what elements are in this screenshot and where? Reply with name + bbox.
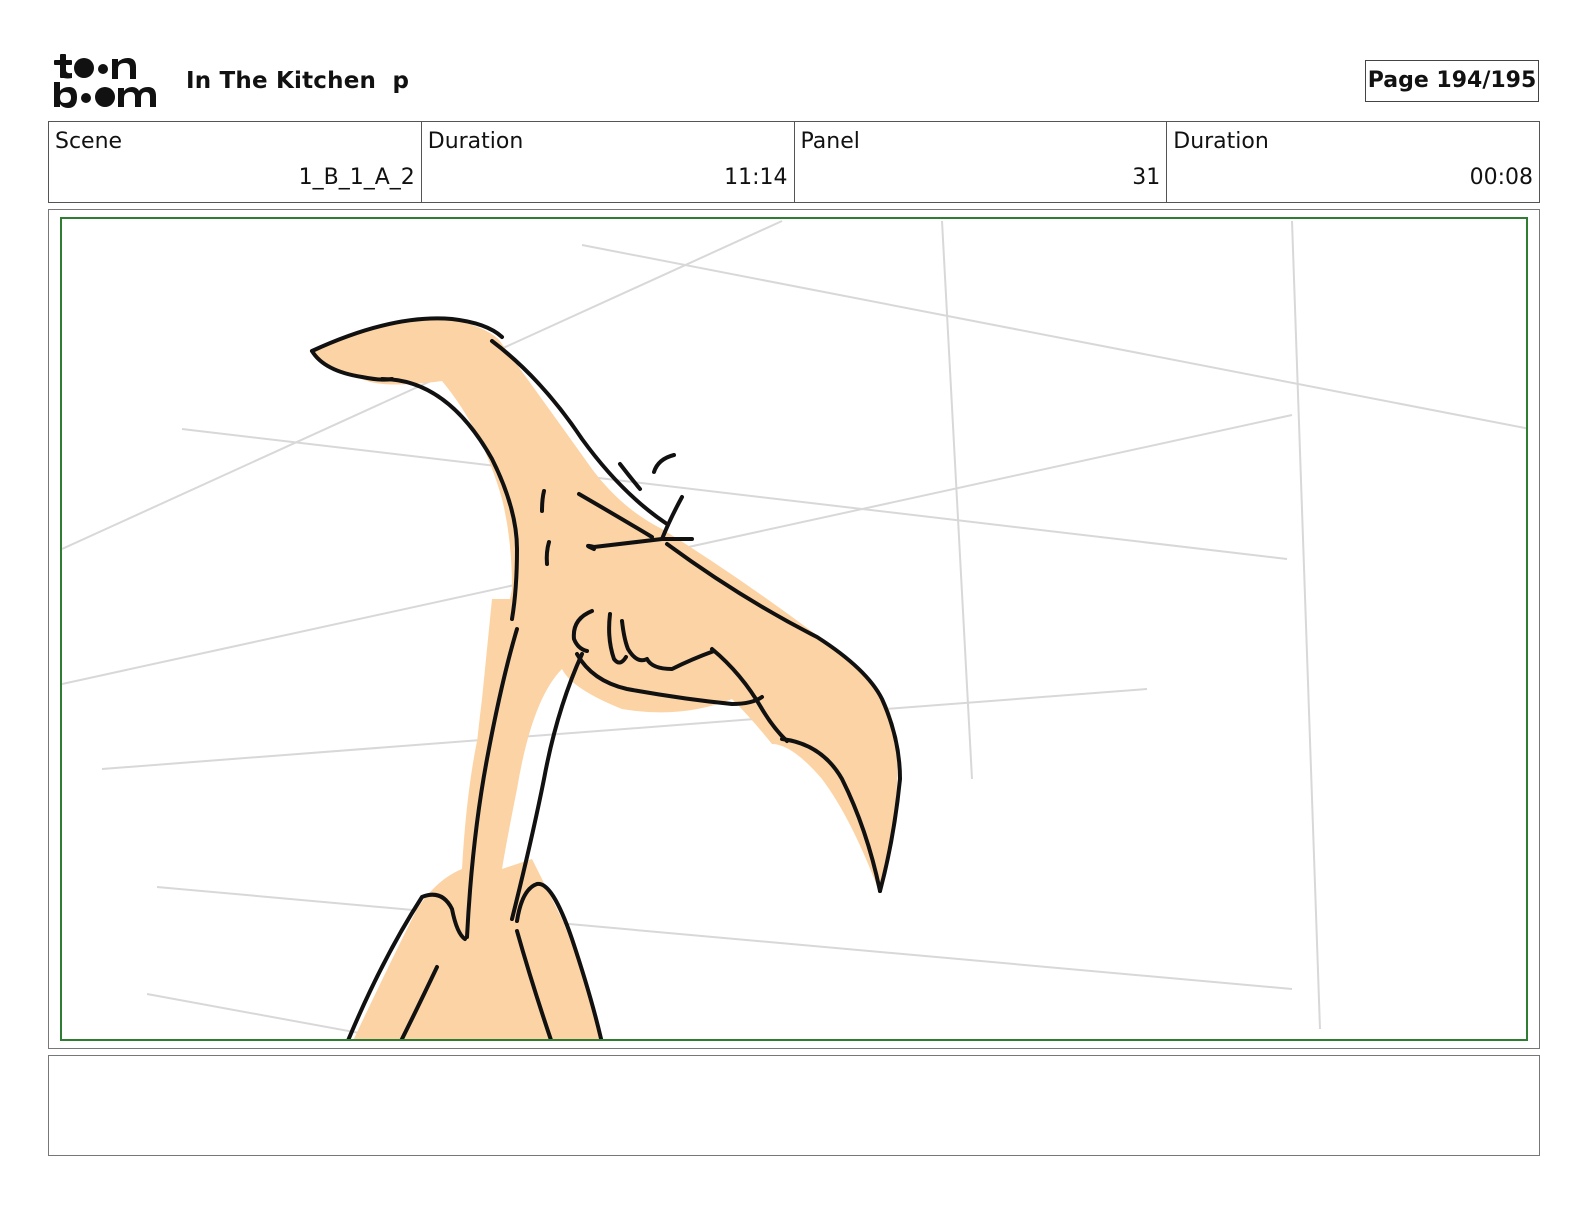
project-title: In The Kitchen p [186,68,410,94]
storyboard-panel [48,209,1540,1049]
scene-label: Scene [55,129,123,154]
scene-cell: Scene 1_B_1_A_2 [49,122,422,202]
panel-notes-box [48,1055,1540,1156]
character-sketch-illustration [62,220,1526,1039]
panel-duration-cell: Duration 00:08 [1167,122,1539,202]
scene-duration-cell: Duration 11:14 [422,122,795,202]
scene-value: 1_B_1_A_2 [298,165,415,190]
panel-value: 31 [1132,165,1161,190]
toonboom-logo-icon [52,50,164,112]
panel-duration-label: Duration [1173,129,1269,154]
scene-duration-value: 11:14 [724,165,788,190]
page-number-badge: Page 194/195 [1365,60,1539,102]
panel-cell: Panel 31 [795,122,1168,202]
scene-info-table: Scene 1_B_1_A_2 Duration 11:14 Panel 31 … [48,121,1540,203]
toonboom-logo-mark [54,54,156,108]
scene-duration-label: Duration [427,129,524,154]
panel-label: Panel [800,129,860,154]
safe-area-frame [60,217,1528,1041]
panel-duration-value: 00:08 [1469,165,1533,190]
